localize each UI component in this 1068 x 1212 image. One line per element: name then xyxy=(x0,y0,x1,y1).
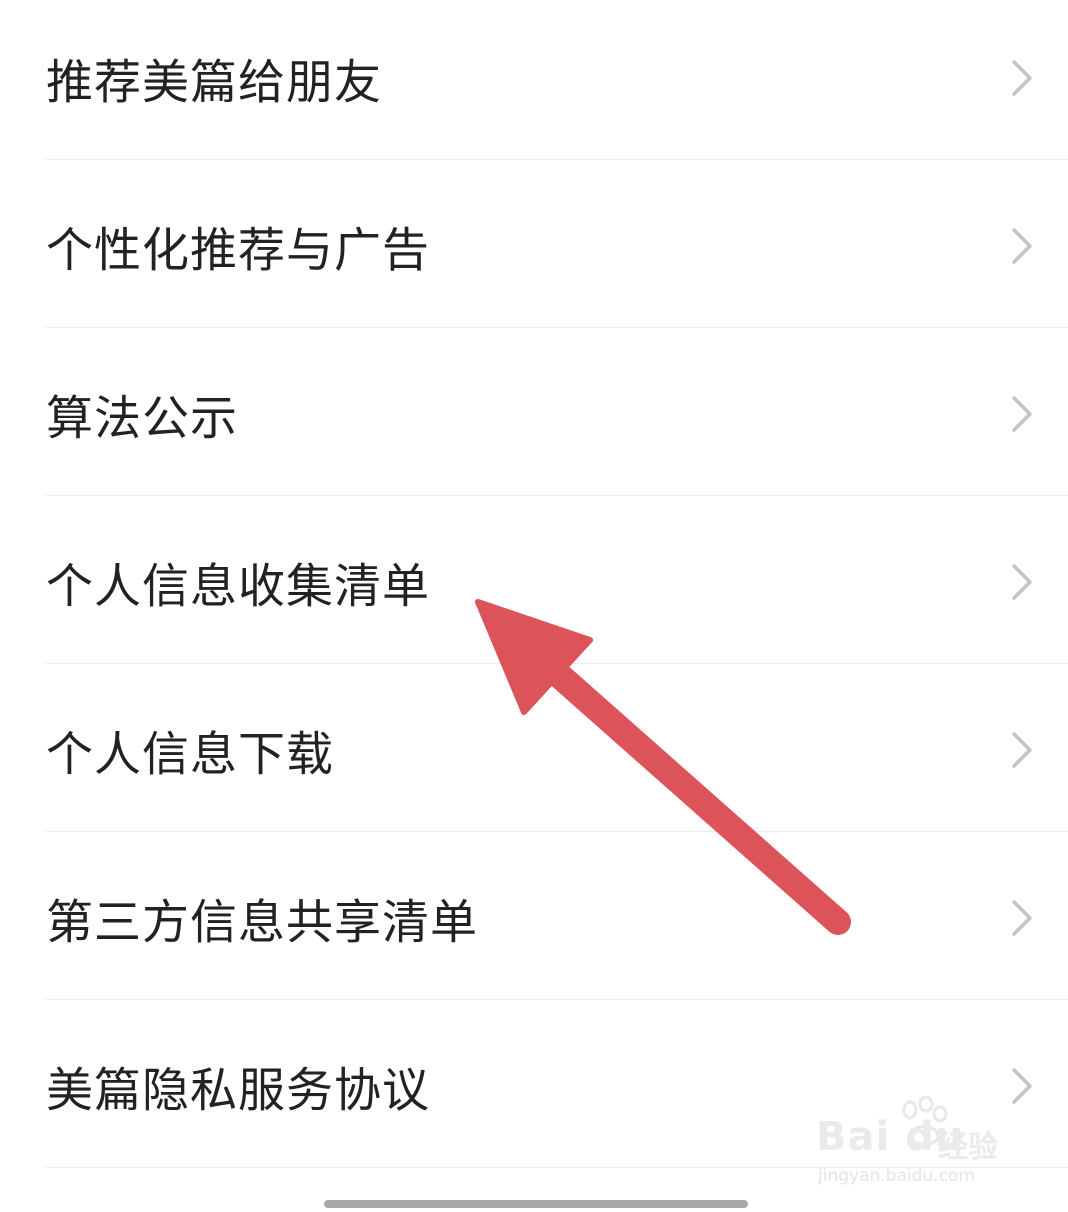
watermark-jingyan: 经验 xyxy=(938,1130,998,1165)
chevron-right-icon xyxy=(1012,564,1032,600)
menu-item-label: 算法公示 xyxy=(46,391,238,447)
menu-item-third-party-sharing-list[interactable]: 第三方信息共享清单 xyxy=(0,834,1068,1002)
menu-item-label: 推荐美篇给朋友 xyxy=(46,55,382,111)
menu-item-label: 个性化推荐与广告 xyxy=(46,223,430,279)
menu-item-label: 个人信息下载 xyxy=(46,727,334,783)
chevron-right-icon xyxy=(1012,900,1032,936)
divider xyxy=(46,831,1068,832)
divider xyxy=(46,999,1068,1000)
watermark-url: jingyan.baidu.com xyxy=(818,1166,975,1186)
divider xyxy=(46,663,1068,664)
menu-item-personalized-ads[interactable]: 个性化推荐与广告 xyxy=(0,162,1068,330)
menu-item-recommend-to-friend[interactable]: 推荐美篇给朋友 xyxy=(0,0,1068,162)
menu-item-personal-info-collection-list[interactable]: 个人信息收集清单 xyxy=(0,498,1068,666)
chevron-right-icon xyxy=(1012,396,1032,432)
chevron-right-icon xyxy=(1012,228,1032,264)
divider xyxy=(46,327,1068,328)
menu-item-label: 个人信息收集清单 xyxy=(46,559,430,615)
divider xyxy=(46,495,1068,496)
chevron-right-icon xyxy=(1012,732,1032,768)
menu-item-algorithm-disclosure[interactable]: 算法公示 xyxy=(0,330,1068,498)
home-indicator[interactable] xyxy=(324,1200,748,1208)
menu-item-label: 美篇隐私服务协议 xyxy=(46,1063,430,1119)
chevron-right-icon xyxy=(1012,60,1032,96)
divider xyxy=(46,159,1068,160)
settings-screen: 推荐美篇给朋友 个性化推荐与广告 算法公示 个人信息收集清单 个人信息下载 第三… xyxy=(0,0,1068,1212)
menu-item-personal-info-download[interactable]: 个人信息下载 xyxy=(0,666,1068,834)
menu-item-label: 第三方信息共享清单 xyxy=(46,895,478,951)
baidu-jingyan-watermark: Bai du 经验 jingyan.baidu.com xyxy=(816,1096,1016,1192)
